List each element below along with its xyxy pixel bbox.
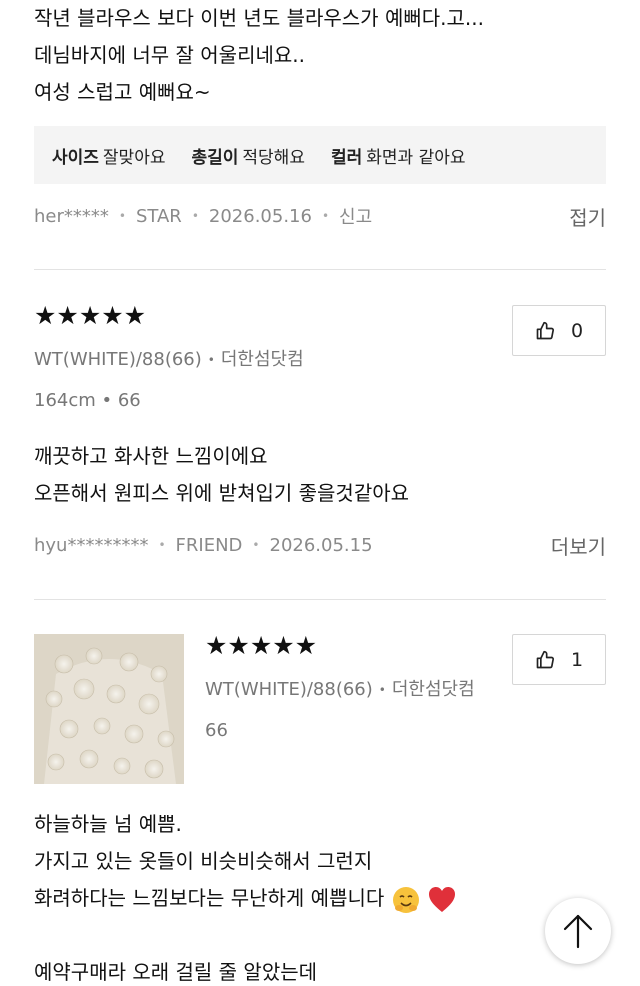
- review-date: 2026.05.15: [269, 534, 373, 556]
- review-1-text: 작년 블라우스 보다 이번 년도 블라우스가 예뻐다.고... 데님바지에 너무…: [34, 0, 606, 111]
- review-3-text: 하늘하늘 넘 예쁨. 가지고 있는 옷들이 비슷비슷해서 그런지 화려하다는 느…: [34, 806, 606, 986]
- reviewer-id: her*****: [34, 205, 109, 227]
- like-count: 0: [570, 319, 584, 342]
- option-info: WT(WHITE)/88(66) • 더한섬닷컴: [34, 349, 304, 370]
- review-line: 작년 블라우스 보다 이번 년도 블라우스가 예뻐다.고...: [34, 6, 484, 30]
- review-line: [34, 917, 606, 954]
- review-line: 데님바지에 너무 잘 어울리네요..: [34, 43, 305, 67]
- reviewer-grade: FRIEND: [175, 534, 243, 556]
- report-link[interactable]: 신고: [339, 203, 372, 229]
- review-date: 2026.05.16: [208, 205, 312, 227]
- review-line: 가지고 있는 옷들이 비슷비슷해서 그런지: [34, 849, 373, 873]
- option-info: WT(WHITE)/88(66) • 더한섬닷컴: [205, 679, 475, 700]
- review-line: 여성 스럽고 예뻐요~: [34, 80, 211, 104]
- review-line: 화려하다는 느낌보다는 무난하게 예쁩니다: [34, 880, 606, 917]
- reviewer-grade: STAR: [135, 205, 182, 227]
- review-line: 하늘하늘 넘 예쁨.: [34, 812, 182, 836]
- reviewer-id: hyu*********: [34, 534, 149, 556]
- thumbs-up-icon: [536, 650, 554, 668]
- like-count: 1: [570, 648, 584, 671]
- review-2-text: 깨끗하고 화사한 느낌이에요 오픈해서 원피스 위에 받쳐입기 좋을것같아요: [34, 438, 606, 512]
- collapse-link[interactable]: 접기: [569, 202, 606, 231]
- review-line: 오픈해서 원피스 위에 받쳐입기 좋을것같아요: [34, 481, 410, 505]
- thumbs-up-icon: [536, 321, 554, 339]
- review-3-header: ★★★★★: [205, 633, 505, 658]
- lace-blouse-photo: [34, 634, 184, 784]
- body-info: 66: [205, 720, 228, 741]
- divider: [34, 599, 606, 600]
- hugging-face-emoji: [392, 886, 419, 913]
- arrow-up-icon: [563, 914, 593, 949]
- body-info: 164cm • 66: [34, 390, 141, 411]
- review-line: 깨끗하고 화사한 느낌이에요: [34, 444, 268, 468]
- star-rating: ★★★★★: [205, 631, 318, 660]
- review-1-meta: her***** • STAR • 2026.05.16 • 신고 접기: [34, 202, 606, 231]
- like-button[interactable]: 1: [512, 634, 606, 685]
- review-line: 예약구매라 오래 걸릴 줄 알았는데: [34, 960, 318, 984]
- size-info-fit: 사이즈 잘맞아요: [52, 147, 166, 168]
- scroll-to-top-button[interactable]: [545, 898, 611, 964]
- divider: [34, 269, 606, 270]
- size-info-color: 컬러 화면과 같아요: [330, 147, 466, 168]
- size-info-length: 총길이 적당해요: [191, 147, 305, 168]
- review-2-meta: hyu********* • FRIEND • 2026.05.15 더보기: [34, 531, 606, 560]
- red-heart-emoji: [429, 886, 455, 912]
- size-info-box: 사이즈 잘맞아요 총길이 적당해요 컬러 화면과 같아요: [34, 126, 606, 184]
- review-photo-thumbnail[interactable]: [34, 634, 184, 784]
- more-link[interactable]: 더보기: [551, 531, 606, 560]
